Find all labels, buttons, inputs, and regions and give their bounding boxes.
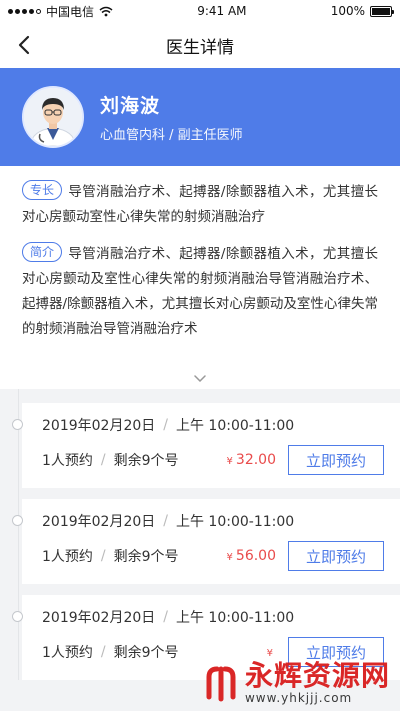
- expand-chevron-down-icon[interactable]: [192, 371, 208, 385]
- carrier-label: 中国电信: [46, 4, 95, 19]
- book-now-button[interactable]: 立即预约: [288, 541, 384, 571]
- separator: /: [163, 609, 168, 625]
- slot-remaining: 剩余9个号: [113, 549, 179, 565]
- slot-price: ¥32.00: [227, 452, 276, 468]
- watermark-title: 永辉资源网: [244, 659, 390, 692]
- page-title: 医生详情: [166, 37, 234, 58]
- status-right: 100%: [330, 4, 394, 18]
- watermark-text: 永辉资源网 www.yhkjjj.com: [244, 659, 390, 706]
- profile-text: 导管消融治疗术、起搏器/除颤器植入术，尤其擅长对心房颤动及室性心律失常的射频消融…: [22, 246, 378, 337]
- wifi-icon: [99, 6, 113, 16]
- price-value: 56.00: [235, 548, 276, 564]
- currency-symbol: ¥: [226, 456, 233, 467]
- slot-info-row: 1人预约 / 剩余9个号 ¥56.00 立即预约: [42, 541, 384, 571]
- profile-tag: 简介: [22, 242, 63, 262]
- status-left: 中国电信: [8, 3, 113, 20]
- slot-period: 上午 10:00-11:00: [175, 418, 295, 434]
- profile-paragraph: 简介 导管消融治疗术、起搏器/除颤器植入术，尤其擅长对心房颤动及室性心律失常的射频…: [22, 242, 378, 342]
- schedule-slot: 2019年02月20日 / 上午 10:00-11:00 1人预约 / 剩余9个…: [12, 403, 400, 488]
- currency-symbol: ¥: [266, 648, 273, 659]
- slot-period: 上午 10:00-11:00: [175, 514, 295, 530]
- watermark-url: www.yhkjjj.com: [244, 691, 353, 705]
- slot-time-row: 2019年02月20日 / 上午 10:00-11:00: [42, 511, 384, 531]
- slot-time-row: 2019年02月20日 / 上午 10:00-11:00: [42, 415, 384, 435]
- battery-percent: 100%: [330, 4, 365, 18]
- doctor-header: 刘海波 心血管内科 / 副主任医师: [0, 68, 400, 166]
- watermark-emblem-icon: [206, 666, 236, 702]
- doctor-name: 刘海波: [100, 95, 161, 117]
- battery-icon: [370, 5, 394, 17]
- schedule-slot: 2019年02月20日 / 上午 10:00-11:00 1人预约 / 剩余9个…: [12, 499, 400, 584]
- doctor-intro: 专长 导管消融治疗术、起搏器/除颤器植入术，尤其擅长对心房颤动室性心律失常的射频消…: [0, 166, 400, 389]
- signal-icon: [8, 8, 41, 14]
- specialty-tag: 专长: [22, 180, 63, 200]
- slot-booked: 1人预约: [42, 453, 93, 469]
- slot-date: 2019年02月20日: [42, 610, 156, 626]
- back-chevron-left-icon[interactable]: [14, 34, 36, 56]
- timeline-dot: [12, 515, 23, 526]
- timeline-dot: [12, 611, 23, 622]
- doctor-portrait-icon: [24, 88, 82, 146]
- status-time: 9:41 AM: [197, 4, 247, 18]
- currency-symbol: ¥: [226, 552, 233, 563]
- specialty-paragraph: 专长 导管消融治疗术、起搏器/除颤器植入术，尤其擅长对心房颤动室性心律失常的射频消…: [22, 180, 378, 230]
- status-bar: 中国电信 9:41 AM 100%: [0, 0, 400, 22]
- slot-remaining: 剩余9个号: [113, 645, 179, 661]
- slot-time-row: 2019年02月20日 / 上午 10:00-11:00: [42, 607, 384, 627]
- separator: /: [100, 644, 106, 660]
- slot-booked: 1人预约: [42, 645, 93, 661]
- timeline-line: [18, 389, 19, 680]
- slot-price: ¥: [267, 644, 276, 660]
- nav-bar: 医生详情: [0, 22, 400, 68]
- specialty-text: 导管消融治疗术、起搏器/除颤器植入术，尤其擅长对心房颤动室性心律失常的射频消融治…: [22, 184, 378, 225]
- watermark-logo: 永辉资源网 www.yhkjjj.com: [201, 661, 390, 705]
- doctor-department: 心血管内科 / 副主任医师: [100, 128, 243, 143]
- slot-date: 2019年02月20日: [42, 418, 156, 434]
- doctor-avatar: [22, 86, 84, 148]
- separator: /: [163, 513, 168, 529]
- schedule-list: 2019年02月20日 / 上午 10:00-11:00 1人预约 / 剩余9个…: [0, 389, 400, 680]
- separator: /: [100, 452, 106, 468]
- slot-price: ¥56.00: [227, 548, 276, 564]
- slot-date: 2019年02月20日: [42, 514, 156, 530]
- slot-booked: 1人预约: [42, 549, 93, 565]
- slot-period: 上午 10:00-11:00: [175, 610, 295, 626]
- price-value: 32.00: [235, 452, 276, 468]
- separator: /: [100, 548, 106, 564]
- book-now-button[interactable]: 立即预约: [288, 445, 384, 475]
- slot-info-row: 1人预约 / 剩余9个号 ¥32.00 立即预约: [42, 445, 384, 475]
- separator: /: [163, 417, 168, 433]
- doctor-info: 刘海波 心血管内科 / 副主任医师: [100, 91, 243, 143]
- slot-remaining: 剩余9个号: [113, 453, 179, 469]
- timeline-dot: [12, 419, 23, 430]
